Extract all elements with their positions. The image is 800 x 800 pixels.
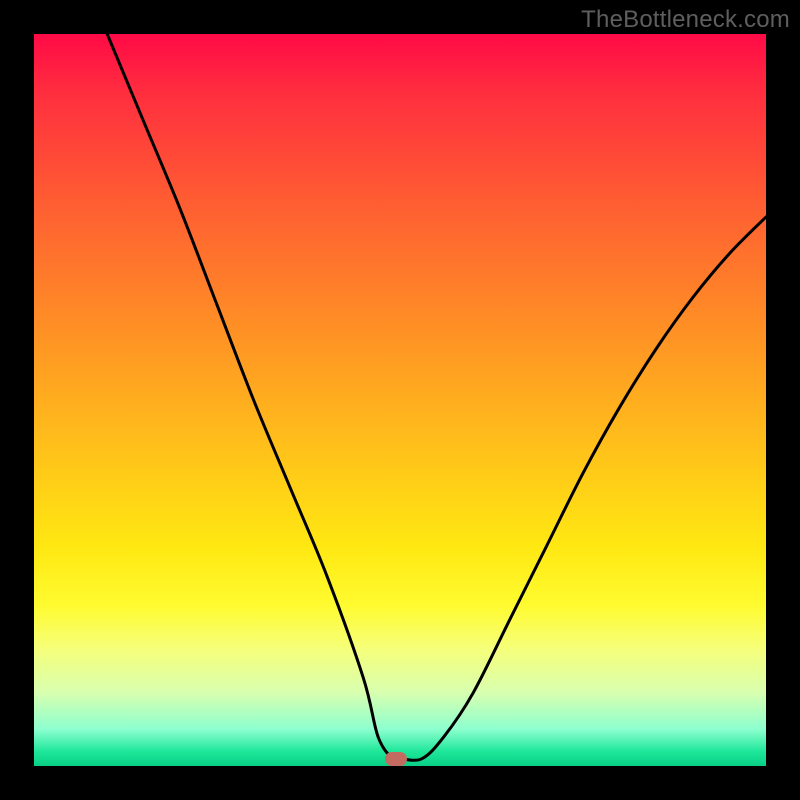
chart-frame: TheBottleneck.com (0, 0, 800, 800)
optimal-point-marker (385, 752, 407, 766)
bottleneck-curve (34, 34, 766, 766)
plot-area (34, 34, 766, 766)
watermark-text: TheBottleneck.com (581, 6, 790, 34)
